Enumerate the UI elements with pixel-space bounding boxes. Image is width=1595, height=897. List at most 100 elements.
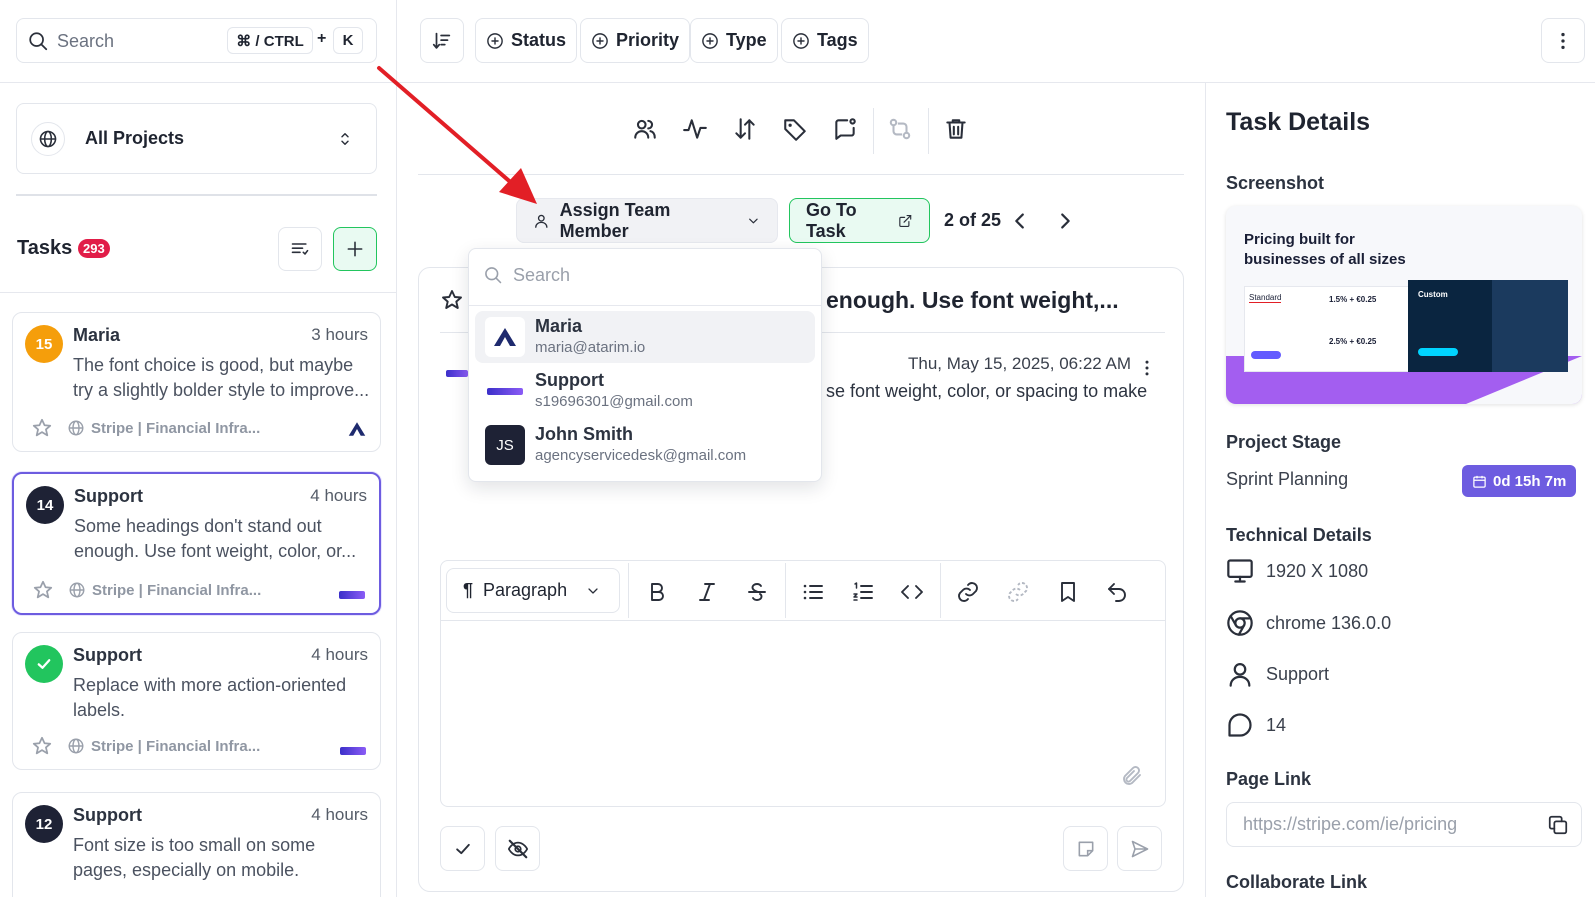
stage-timer-badge: 0d 15h 7m	[1462, 465, 1577, 497]
task-time: 4 hours	[311, 645, 368, 664]
git-compare-icon	[889, 118, 911, 140]
italic-icon[interactable]	[695, 580, 719, 604]
task-list-options-button[interactable]	[278, 227, 322, 271]
tag-icon[interactable]	[782, 116, 808, 142]
task-details-heading: Task Details	[1226, 108, 1371, 136]
shortcut-plus: +	[317, 30, 327, 47]
support-logo-icon	[339, 591, 365, 599]
globe-icon	[68, 420, 84, 436]
assign-team-member-label: Assign Team Member	[559, 199, 671, 241]
global-search[interactable]: Search ⌘ / CTRL + K	[16, 18, 377, 63]
task-number-badge: 12	[25, 805, 63, 843]
task-time: 4 hours	[310, 486, 367, 505]
users-icon[interactable]	[632, 116, 658, 142]
bullet-list-icon[interactable]	[801, 580, 825, 604]
task-card[interactable]: 15 Maria 3 hours The font choice is good…	[12, 312, 381, 452]
assign-team-member-button[interactable]: Assign Team Member	[516, 198, 778, 243]
member-option-support[interactable]: Support s19696301@gmail.com	[475, 365, 815, 417]
arrows-updown-icon[interactable]	[732, 116, 758, 142]
task-card-selected[interactable]: 14 Support 4 hours Some headings don't s…	[12, 472, 381, 615]
thumb-cta	[1251, 351, 1281, 359]
shortcut-k-key: K	[333, 27, 363, 54]
user-icon	[1229, 662, 1251, 687]
filter-type-button[interactable]: Type	[690, 18, 778, 63]
numbered-list-icon[interactable]	[851, 580, 875, 604]
star-icon[interactable]	[440, 288, 464, 312]
more-options-button[interactable]	[1541, 18, 1585, 63]
bookmark-icon[interactable]	[1056, 580, 1080, 604]
go-to-task-button[interactable]: Go To Task	[789, 198, 930, 243]
atarim-logo-icon	[348, 422, 366, 436]
strikethrough-icon[interactable]	[745, 580, 769, 604]
bold-icon[interactable]	[645, 580, 669, 604]
star-icon[interactable]	[32, 579, 54, 601]
member-option-john-smith[interactable]: JS John Smith agencyservicedesk@gmail.co…	[475, 419, 815, 471]
annotation-arrow-icon	[377, 66, 537, 204]
task-number-value: 14	[1266, 714, 1287, 735]
activity-icon[interactable]	[682, 116, 708, 142]
editor-separator	[785, 563, 786, 618]
member-email: maria@atarim.io	[535, 339, 646, 356]
plus-circle-icon	[702, 32, 718, 49]
trash-icon[interactable]	[943, 116, 969, 142]
tasks-count-badge: 293	[78, 239, 110, 258]
undo-icon[interactable]	[1105, 580, 1129, 604]
task-time: 4 hours	[311, 805, 368, 824]
globe-icon	[31, 121, 65, 156]
filter-status-label: Status	[511, 30, 567, 50]
eye-off-icon	[507, 839, 528, 858]
thumb-headline: Pricing built for businesses of all size…	[1244, 231, 1406, 268]
star-icon[interactable]	[31, 735, 53, 757]
member-name: Maria	[535, 316, 583, 336]
chevron-right-icon[interactable]	[1054, 210, 1076, 232]
filter-tags-button[interactable]: Tags	[781, 18, 869, 63]
member-option-maria[interactable]: Maria maria@atarim.io	[475, 311, 815, 363]
task-card[interactable]: Support 4 hours Replace with more action…	[12, 632, 381, 770]
task-project: Stripe | Financial Infra...	[67, 419, 260, 437]
thumb-plan-custom: Custom	[1418, 290, 1448, 299]
globe-icon	[68, 738, 84, 754]
internal-note-button[interactable]	[1063, 826, 1108, 871]
link-icon[interactable]	[956, 580, 980, 604]
chevron-down-icon	[749, 218, 758, 223]
complete-button[interactable]	[440, 826, 485, 871]
filter-priority-button[interactable]: Priority	[580, 18, 691, 63]
tasks-divider	[0, 292, 396, 293]
task-project-label: Stripe | Financial Infra...	[92, 581, 262, 599]
external-link-icon	[899, 214, 912, 227]
member-name: Support	[535, 370, 604, 390]
list-filter-icon	[291, 243, 309, 255]
task-done-badge	[25, 645, 63, 683]
chevron-left-icon[interactable]	[1009, 210, 1031, 232]
task-project: Stripe | Financial Infra...	[68, 581, 261, 599]
filter-tags-label: Tags	[817, 30, 858, 50]
thumb-plan-standard: Standard	[1249, 293, 1282, 303]
project-selector[interactable]: All Projects	[16, 103, 377, 174]
thumb-custom-cta	[1418, 348, 1458, 356]
message-flag-icon[interactable]	[832, 116, 858, 142]
code-icon[interactable]	[900, 580, 924, 604]
screenshot-thumbnail[interactable]: Pricing built for businesses of all size…	[1226, 206, 1582, 404]
member-search-input[interactable]: Search	[469, 249, 821, 304]
chevron-updown-icon	[341, 133, 349, 145]
sort-button[interactable]	[420, 18, 464, 63]
task-time: 3 hours	[311, 325, 368, 344]
thumb-custom-card: Custom	[1408, 280, 1568, 372]
tech-task-number: 14	[1226, 711, 1286, 739]
filter-status-button[interactable]: Status	[475, 18, 578, 63]
task-card[interactable]: 12 Support 4 hours Font size is too smal…	[12, 792, 381, 897]
stage-timer-value: 0d 15h 7m	[1493, 472, 1567, 490]
block-type-select[interactable]: ¶ Paragraph	[446, 568, 620, 613]
star-icon[interactable]	[31, 417, 53, 439]
plus-icon	[347, 241, 363, 257]
add-task-button[interactable]	[333, 227, 377, 271]
more-vertical-icon[interactable]	[1137, 358, 1157, 378]
page-link-value: https://stripe.com/ie/pricing	[1243, 814, 1458, 834]
paperclip-icon[interactable]	[1120, 764, 1144, 788]
send-button[interactable]	[1117, 826, 1162, 871]
copy-icon[interactable]	[1547, 814, 1569, 836]
hide-button[interactable]	[495, 826, 540, 871]
page-link-field[interactable]: https://stripe.com/ie/pricing	[1226, 802, 1582, 847]
thumb-price-2: 2.5% + €0.25	[1329, 337, 1377, 346]
project-stage-label: Project Stage	[1226, 432, 1342, 452]
